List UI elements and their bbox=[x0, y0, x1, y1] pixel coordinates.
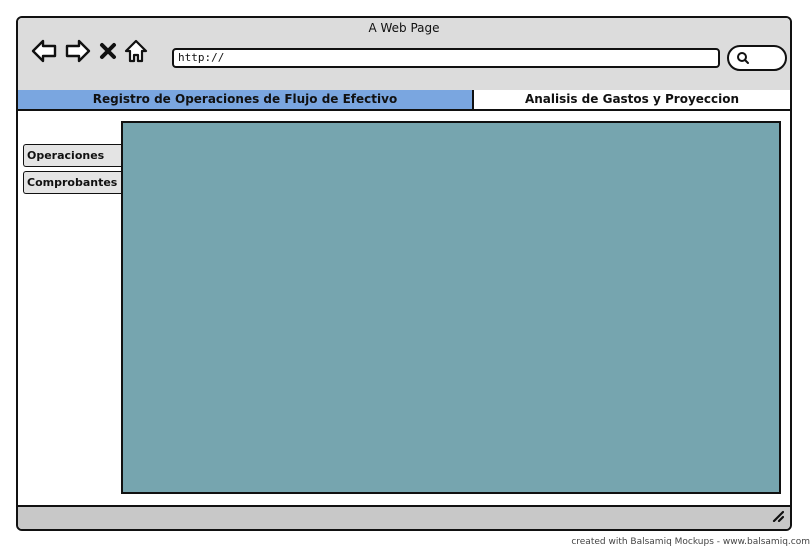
balsamiq-credit: created with Balsamiq Mockups - www.bals… bbox=[571, 537, 810, 547]
tab-registro-operaciones[interactable]: Registro de Operaciones de Flujo de Efec… bbox=[18, 90, 472, 109]
home-icon[interactable] bbox=[123, 38, 149, 64]
status-bar bbox=[18, 505, 790, 529]
browser-window: A Web Page http:// Registro de Operacion… bbox=[16, 16, 792, 531]
search-button[interactable] bbox=[727, 45, 787, 71]
browser-titlebar: A Web Page http:// bbox=[18, 18, 790, 92]
content-panel bbox=[121, 121, 781, 494]
tab-analisis-gastos[interactable]: Analisis de Gastos y Proyeccion bbox=[472, 90, 790, 109]
forward-arrow-icon[interactable] bbox=[65, 38, 91, 64]
address-bar[interactable]: http:// bbox=[172, 48, 720, 68]
window-title: A Web Page bbox=[368, 21, 440, 35]
tab-bar: Registro de Operaciones de Flujo de Efec… bbox=[18, 90, 790, 111]
resize-grip-icon[interactable] bbox=[770, 507, 785, 526]
side-tab-comprobantes[interactable]: Comprobantes bbox=[23, 171, 121, 194]
side-tab-operaciones[interactable]: Operaciones bbox=[23, 144, 121, 167]
search-icon bbox=[737, 52, 749, 64]
close-icon[interactable] bbox=[99, 38, 117, 64]
back-arrow-icon[interactable] bbox=[31, 38, 57, 64]
